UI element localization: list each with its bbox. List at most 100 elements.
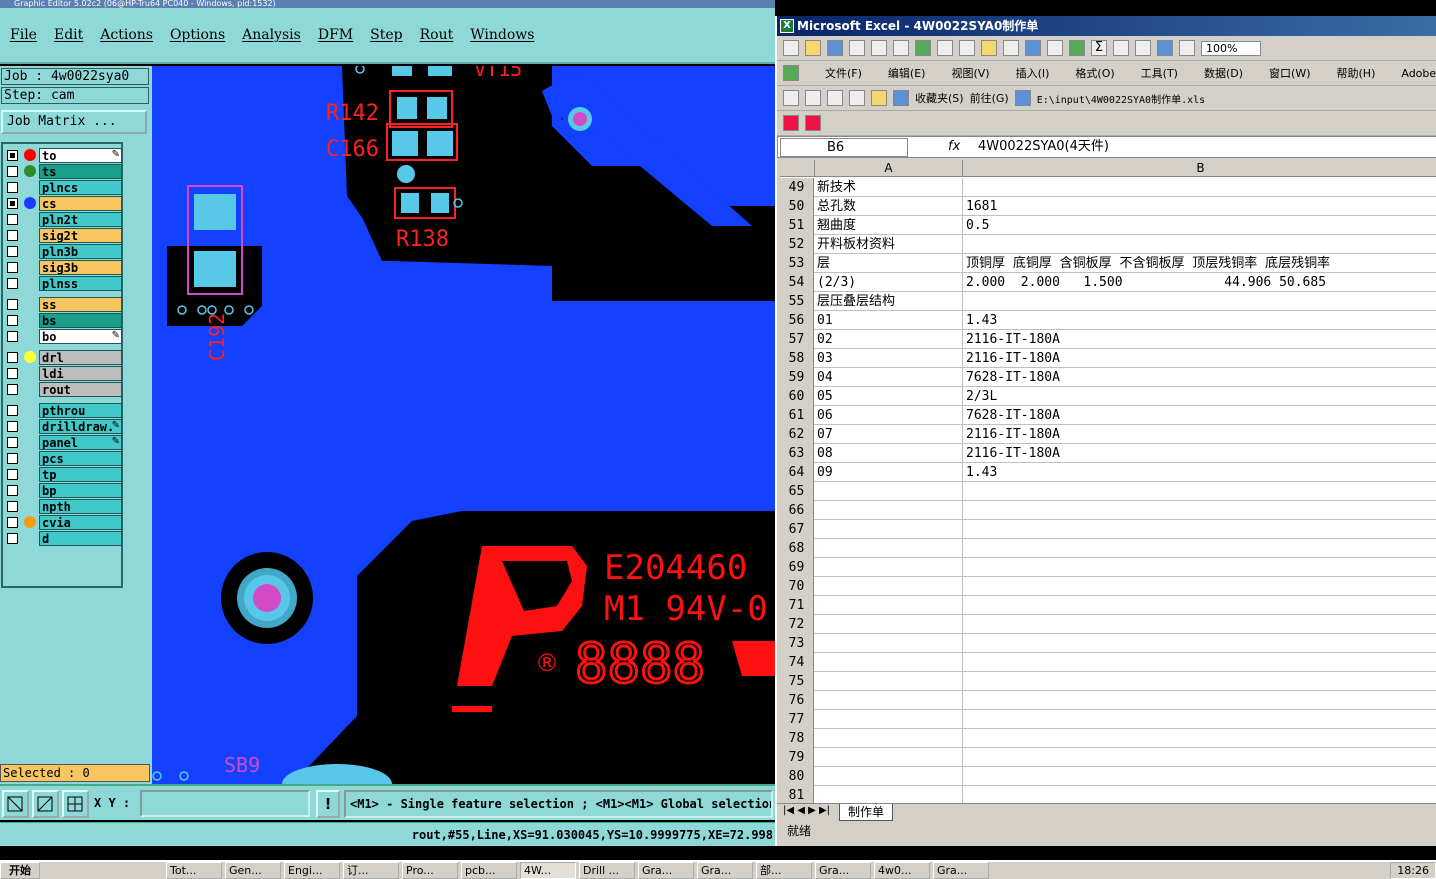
cell-b[interactable] bbox=[963, 596, 1436, 615]
cell-a[interactable] bbox=[815, 767, 963, 786]
cell-a[interactable]: 总孔数 bbox=[815, 197, 963, 216]
layer-checkbox[interactable] bbox=[7, 331, 18, 342]
fx-icon[interactable]: fx bbox=[948, 137, 960, 157]
cell-b[interactable]: 顶铜厚 底铜厚 含铜板厚 不含铜板厚 顶层残铜率 底层残铜率 bbox=[963, 254, 1436, 273]
layer-name[interactable]: d bbox=[39, 531, 122, 546]
layer-checkbox[interactable] bbox=[7, 517, 18, 528]
layer-name[interactable]: rout bbox=[39, 382, 122, 397]
taskbar-item[interactable]: Pro... bbox=[402, 862, 458, 879]
cell-b[interactable]: 0.5 bbox=[963, 216, 1436, 235]
taskbar-item[interactable]: Tot... bbox=[166, 862, 222, 879]
layer-row-ts[interactable]: ts bbox=[5, 164, 122, 179]
formula-input[interactable]: 4W0022SYA0(4天件) bbox=[978, 137, 1109, 157]
cell-a[interactable] bbox=[815, 520, 963, 539]
layer-name[interactable]: plnss bbox=[39, 276, 122, 291]
row-header[interactable]: 72 bbox=[780, 615, 814, 634]
layer-name[interactable]: sig2t bbox=[39, 228, 122, 243]
row-header[interactable]: 58 bbox=[780, 349, 814, 368]
menu-dfm[interactable]: DFM bbox=[318, 27, 353, 43]
layer-name[interactable]: bp bbox=[39, 483, 122, 498]
open-icon[interactable] bbox=[805, 40, 821, 56]
column-header-b[interactable]: B bbox=[963, 160, 1436, 177]
cell-a[interactable] bbox=[815, 786, 963, 803]
taskbar-item[interactable]: Gen... bbox=[225, 862, 281, 879]
cell-a[interactable] bbox=[815, 577, 963, 596]
cell-a[interactable]: 08 bbox=[815, 444, 963, 463]
search-web-icon[interactable] bbox=[893, 90, 909, 106]
row-header[interactable]: 67 bbox=[780, 520, 814, 539]
cell-a[interactable]: (2/3) bbox=[815, 273, 963, 292]
cell-a[interactable] bbox=[815, 482, 963, 501]
layer-name[interactable]: ts bbox=[39, 164, 122, 179]
cell-b[interactable] bbox=[963, 482, 1436, 501]
zoom-tool-button[interactable] bbox=[2, 790, 29, 818]
copy-icon[interactable] bbox=[959, 40, 975, 56]
layer-row-tp[interactable]: tp bbox=[5, 467, 122, 482]
cell-a[interactable] bbox=[815, 710, 963, 729]
sort-descending-icon[interactable] bbox=[1135, 40, 1151, 56]
cell-b[interactable]: 7628-IT-180A bbox=[963, 368, 1436, 387]
stop-icon[interactable] bbox=[827, 90, 843, 106]
cell-a[interactable]: 层 bbox=[815, 254, 963, 273]
row-header[interactable]: 69 bbox=[780, 558, 814, 577]
layer-checkbox[interactable] bbox=[7, 533, 18, 544]
row-header[interactable]: 54 bbox=[780, 273, 814, 292]
menu-format-cn[interactable]: 格式(O) bbox=[1075, 65, 1114, 81]
row-header[interactable]: 62 bbox=[780, 425, 814, 444]
layer-row-pcs[interactable]: pcs bbox=[5, 451, 122, 466]
cell-a[interactable] bbox=[815, 672, 963, 691]
cell-a[interactable]: 04 bbox=[815, 368, 963, 387]
cell-a[interactable]: 05 bbox=[815, 387, 963, 406]
menu-file-cn[interactable]: 文件(F) bbox=[825, 65, 862, 81]
cell-b[interactable] bbox=[963, 520, 1436, 539]
undo-icon[interactable] bbox=[1025, 40, 1041, 56]
row-header[interactable]: 77 bbox=[780, 710, 814, 729]
chart-wizard-icon[interactable] bbox=[1157, 40, 1173, 56]
save-icon[interactable] bbox=[827, 40, 843, 56]
taskbar-item[interactable]: Gra... bbox=[697, 862, 753, 879]
row-header[interactable]: 60 bbox=[780, 387, 814, 406]
zoom-select[interactable]: 100% bbox=[1201, 40, 1261, 56]
menu-adobe-pdf[interactable]: Adobe PDF(B) bbox=[1401, 67, 1436, 80]
menu-options[interactable]: Options bbox=[170, 27, 225, 43]
row-header[interactable]: 66 bbox=[780, 501, 814, 520]
sheet-nav-arrows[interactable]: |◀ ◀ ▶ ▶| bbox=[783, 805, 830, 816]
cell-b[interactable] bbox=[963, 767, 1436, 786]
taskbar-item[interactable]: Drill ... bbox=[579, 862, 635, 879]
row-header[interactable]: 59 bbox=[780, 368, 814, 387]
cell-b[interactable]: 2116-IT-180A bbox=[963, 444, 1436, 463]
layer-checkbox[interactable] bbox=[7, 182, 18, 193]
layer-row-cvia[interactable]: cvia bbox=[5, 515, 122, 530]
layer-row-drilldraw[interactable]: drilldraw. ✎ bbox=[5, 419, 122, 434]
taskbar-item[interactable]: pcb... bbox=[461, 862, 517, 879]
file-path-field[interactable]: E:\input\4W0022SYA0制作单.xls bbox=[1037, 91, 1205, 106]
show-web-toolbar-icon[interactable] bbox=[1014, 90, 1031, 106]
layer-row-pln3b[interactable]: pln3b bbox=[5, 244, 122, 259]
menu-file[interactable]: File bbox=[10, 27, 37, 43]
layer-name[interactable]: drl bbox=[39, 350, 122, 365]
cell-b[interactable] bbox=[963, 653, 1436, 672]
layer-name[interactable]: cs bbox=[39, 196, 122, 211]
menu-windows[interactable]: Windows bbox=[470, 27, 534, 43]
cell-b[interactable] bbox=[963, 710, 1436, 729]
row-header[interactable]: 80 bbox=[780, 767, 814, 786]
cell-b[interactable] bbox=[963, 786, 1436, 803]
cell-b[interactable] bbox=[963, 539, 1436, 558]
layer-name[interactable]: to bbox=[39, 148, 122, 163]
cell-a[interactable] bbox=[815, 615, 963, 634]
cell-b[interactable] bbox=[963, 748, 1436, 767]
paste-icon[interactable] bbox=[981, 40, 997, 56]
cell-b[interactable] bbox=[963, 292, 1436, 311]
permission-icon[interactable] bbox=[849, 40, 865, 56]
row-header[interactable]: 56 bbox=[780, 311, 814, 330]
layer-checkbox[interactable] bbox=[7, 299, 18, 310]
layer-checkbox[interactable] bbox=[7, 384, 18, 395]
menu-view-cn[interactable]: 视图(V) bbox=[951, 65, 989, 81]
layer-name[interactable]: pln2t bbox=[39, 212, 122, 227]
cell-a[interactable]: 06 bbox=[815, 406, 963, 425]
cell-b[interactable]: 1.43 bbox=[963, 311, 1436, 330]
cell-a[interactable] bbox=[815, 729, 963, 748]
layer-checkbox[interactable] bbox=[7, 230, 18, 241]
back-icon[interactable] bbox=[783, 90, 799, 106]
start-button[interactable]: 开始 bbox=[0, 862, 40, 879]
